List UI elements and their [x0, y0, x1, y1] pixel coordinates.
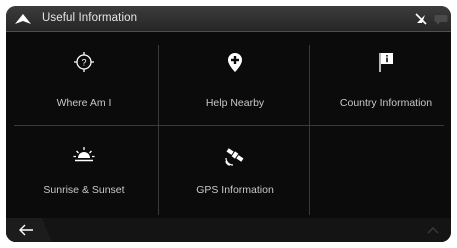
- header-bar: Useful Information: [6, 6, 451, 32]
- where-am-i-icon: ?: [74, 52, 94, 72]
- gps-off-icon: [415, 13, 427, 25]
- message-icon[interactable]: [434, 12, 448, 26]
- help-nearby-icon: [228, 53, 242, 72]
- tile-label: Sunrise & Sunset: [43, 184, 125, 196]
- sunrise-icon: [73, 147, 95, 162]
- gps-information-tile[interactable]: GPS Information: [161, 126, 309, 218]
- page-title: Useful Information: [42, 12, 138, 24]
- chevron-up-icon[interactable]: [426, 225, 440, 235]
- useful-information-screen: Useful Information ? Where Am I Help Nea…: [6, 6, 451, 242]
- back-button[interactable]: [6, 218, 52, 242]
- back-arrow-icon: [19, 224, 33, 236]
- country-information-tile[interactable]: Country Information: [312, 33, 451, 125]
- divider: [309, 45, 310, 215]
- help-nearby-tile[interactable]: Help Nearby: [161, 33, 309, 125]
- menu-grid: ? Where Am I Help Nearby Country Informa…: [6, 33, 451, 218]
- tile-label: Where Am I: [56, 97, 112, 109]
- country-info-icon: [379, 53, 393, 72]
- sunrise-sunset-tile[interactable]: Sunrise & Sunset: [10, 126, 158, 218]
- tile-label: Country Information: [339, 97, 433, 109]
- divider: [158, 45, 159, 215]
- footer-bar: [6, 218, 451, 242]
- where-am-i-tile[interactable]: ? Where Am I: [10, 33, 158, 125]
- up-arrow-icon[interactable]: [14, 12, 32, 26]
- svg-text:?: ?: [81, 58, 86, 68]
- tile-label: Help Nearby: [205, 97, 265, 109]
- tile-label: GPS Information: [196, 184, 274, 196]
- satellite-icon: [225, 148, 244, 166]
